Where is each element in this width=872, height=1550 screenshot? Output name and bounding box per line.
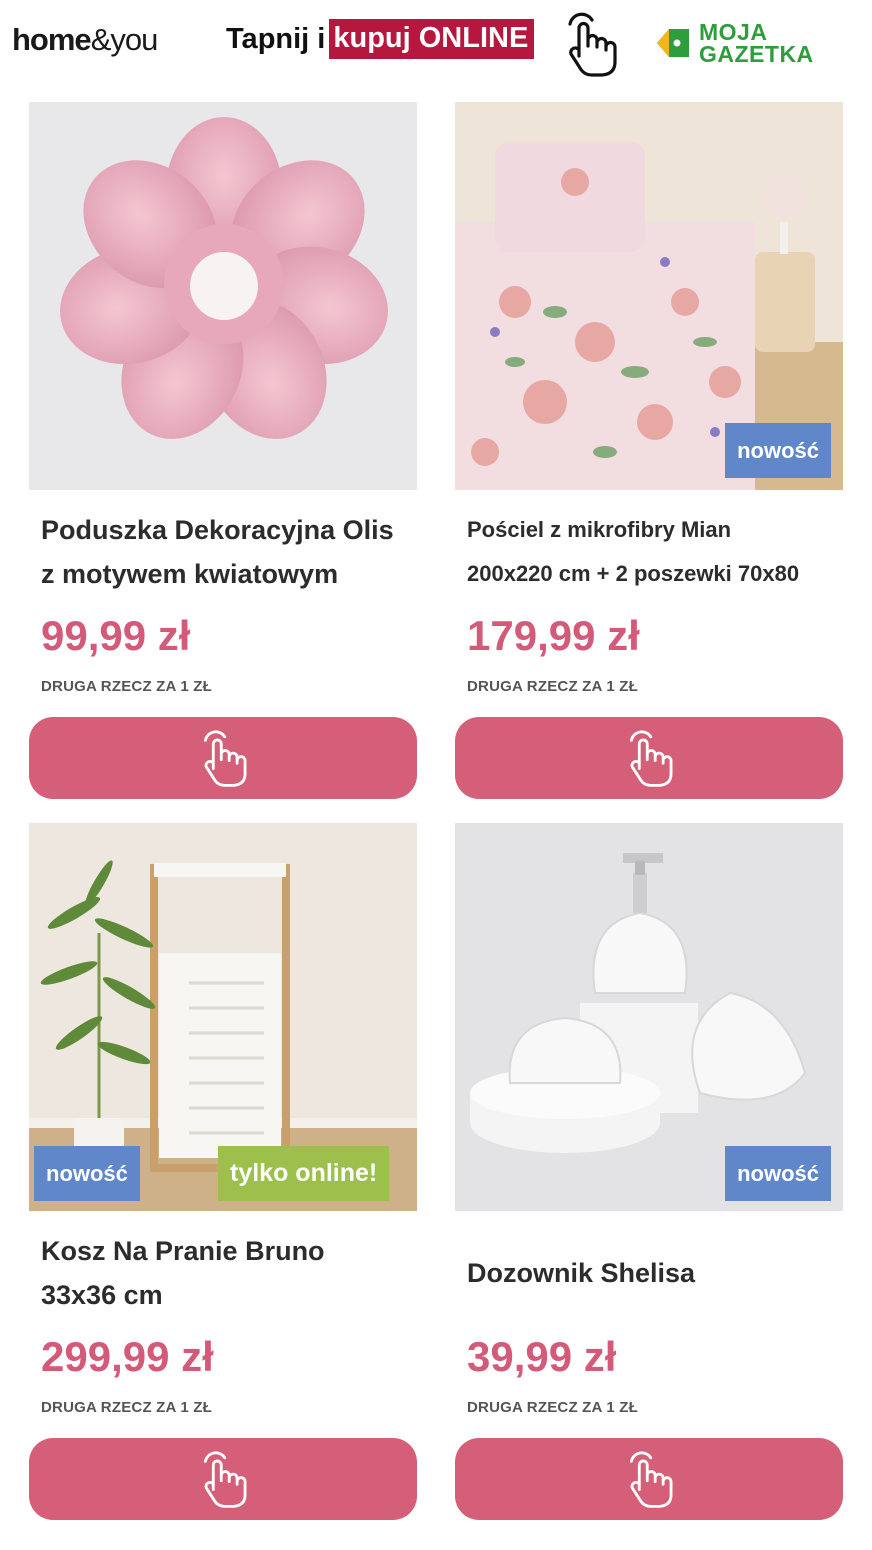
product-card: nowość tylko online! Kosz Na Pranie Brun… bbox=[29, 823, 417, 1523]
buy-online-button[interactable] bbox=[455, 717, 843, 799]
product-title-line2[interactable]: 33x36 cm bbox=[41, 1273, 163, 1317]
banner-prefix: Tapnij i bbox=[226, 22, 326, 55]
product-price: 99,99 zł bbox=[41, 612, 191, 659]
product-promo: DRUGA RZECZ ZA 1 ZŁ bbox=[41, 678, 213, 695]
product-image[interactable]: nowość tylko online! bbox=[29, 823, 417, 1211]
product-promo: DRUGA RZECZ ZA 1 ZŁ bbox=[41, 1399, 213, 1416]
product-title-line2[interactable]: z motywem kwiatowym bbox=[41, 552, 338, 596]
header: home&you Tapnij i kupuj ONLINE MOJA GAZE… bbox=[0, 0, 872, 90]
hand-pointer-icon bbox=[629, 730, 673, 787]
hand-pointer-icon bbox=[203, 1451, 247, 1508]
product-promo: DRUGA RZECZ ZA 1 ZŁ bbox=[467, 678, 639, 695]
hand-pointer-icon[interactable] bbox=[562, 10, 618, 78]
product-title[interactable]: Poduszka Dekoracyjna Olis bbox=[41, 508, 394, 552]
buy-online-button[interactable] bbox=[455, 1438, 843, 1520]
product-title-line2[interactable]: 200x220 cm + 2 poszewki 70x80 bbox=[467, 552, 799, 596]
product-promo: DRUGA RZECZ ZA 1 ZŁ bbox=[467, 1399, 639, 1416]
product-image[interactable]: nowość bbox=[455, 102, 843, 490]
buy-online-button[interactable] bbox=[29, 1438, 417, 1520]
badge-new: nowość bbox=[725, 423, 831, 478]
moja-gazetka-logo[interactable]: MOJA GAZETKA bbox=[655, 20, 814, 66]
product-title[interactable]: Pościel z mikrofibry Mian bbox=[467, 508, 731, 552]
shop-online-banner[interactable]: Tapnij i kupuj ONLINE bbox=[226, 18, 535, 60]
price-tag-icon bbox=[657, 29, 689, 57]
product-card: nowość Pościel z mikrofibry Mian 200x220… bbox=[455, 102, 843, 802]
product-price: 179,99 zł bbox=[467, 612, 640, 659]
product-price: 39,99 zł bbox=[467, 1333, 617, 1380]
product-title[interactable]: Dozownik Shelisa bbox=[467, 1251, 695, 1295]
home-and-you-logo[interactable]: home&you bbox=[12, 22, 158, 58]
badge-online-only: tylko online! bbox=[218, 1146, 390, 1201]
buy-online-button[interactable] bbox=[29, 717, 417, 799]
product-image[interactable] bbox=[29, 102, 417, 490]
badge-new: nowość bbox=[725, 1146, 831, 1201]
product-title[interactable]: Kosz Na Pranie Bruno bbox=[41, 1229, 325, 1273]
product-price: 299,99 zł bbox=[41, 1333, 214, 1380]
gazetka-line2: GAZETKA bbox=[699, 41, 814, 67]
badge-new: nowość bbox=[34, 1146, 140, 1201]
product-card: nowość Dozownik Shelisa 39,99 zł DRUGA R… bbox=[455, 823, 843, 1523]
product-card: Poduszka Dekoracyjna Olis z motywem kwia… bbox=[29, 102, 417, 802]
gazetka-line1: MOJA bbox=[699, 19, 768, 45]
hand-pointer-icon bbox=[203, 730, 247, 787]
hand-pointer-icon bbox=[629, 1451, 673, 1508]
product-image[interactable]: nowość bbox=[455, 823, 843, 1211]
banner-highlight: kupuj ONLINE bbox=[329, 19, 535, 59]
